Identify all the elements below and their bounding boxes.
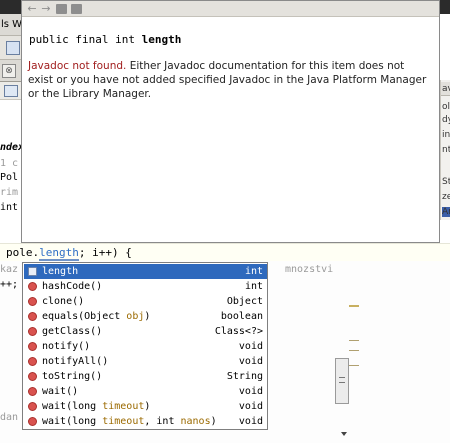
back-button-icon[interactable] (4, 85, 18, 97)
navigator-tab[interactable]: avi (441, 82, 450, 96)
completion-item[interactable]: notify() void (24, 339, 267, 354)
completion-item[interactable]: notifyAll() void (24, 354, 267, 369)
completion-item[interactable]: wait(long timeout) void (24, 399, 267, 414)
background-code-fragment: int (0, 202, 19, 213)
editor-scrollbar-thumb[interactable] (335, 358, 349, 404)
forward-arrow-icon[interactable]: → (40, 3, 52, 14)
navigator-item-selected[interactable]: Ar (442, 207, 450, 217)
completion-item[interactable]: equals(Object obj) boolean (24, 309, 267, 324)
method-icon (28, 402, 37, 411)
open-in-browser-icon[interactable] (56, 4, 67, 14)
method-icon (28, 282, 37, 291)
toolbar-button-icon[interactable] (6, 41, 20, 55)
completion-item[interactable]: wait(long timeout, int nanos) void (24, 414, 267, 429)
background-code-fragment: dan (0, 412, 19, 423)
background-code-fragment: ++; (0, 279, 19, 290)
method-icon (28, 357, 37, 366)
completion-item[interactable]: wait() void (24, 384, 267, 399)
javadoc-toolbar: ← → (22, 1, 439, 17)
code-text: pole.length; i++) { (6, 246, 132, 261)
background-code-fragment: rim (0, 187, 19, 198)
navigator-item[interactable]: in (442, 130, 450, 140)
background-code-fragment: 1 c (0, 158, 19, 169)
navigator-panel: avi ole dy in nt( St ze Ar (440, 80, 450, 220)
completion-item[interactable]: hashCode() int (24, 279, 267, 294)
field-icon (28, 267, 37, 276)
go-to-source-icon[interactable] (71, 4, 82, 14)
completion-item[interactable]: toString() String (24, 369, 267, 384)
code-completion-list[interactable]: length int hashCode() int clone() Object… (22, 262, 268, 430)
ide-menu-bar[interactable]: ls W (0, 14, 22, 36)
back-arrow-icon[interactable]: ← (26, 3, 38, 14)
scroll-grip-icon (339, 377, 345, 383)
navigator-item[interactable]: dy (442, 115, 450, 125)
ide-toolbar (0, 36, 22, 60)
navigator-item[interactable]: ze (442, 192, 450, 202)
ide-tab-strip: ⊗ (0, 60, 22, 82)
method-icon (28, 312, 37, 321)
error-stripe-mark[interactable] (349, 340, 359, 341)
method-icon (28, 387, 37, 396)
ide-editor-toolbar (0, 82, 22, 100)
background-code-fragment: Pol (0, 172, 19, 183)
error-stripe-mark[interactable] (349, 305, 359, 307)
javadoc-popup: ← → public final int length Javadoc not … (21, 0, 440, 243)
error-stripe-mark[interactable] (349, 350, 359, 351)
method-icon (28, 372, 37, 381)
error-stripe-mark[interactable] (349, 365, 359, 366)
completion-item[interactable]: length int (24, 264, 267, 279)
navigator-item[interactable]: St (442, 177, 450, 187)
javadoc-message: Javadoc not found. Either Javadoc docume… (28, 59, 432, 101)
javadoc-error-title: Javadoc not found. (28, 60, 127, 72)
completion-anchor: length (39, 246, 79, 261)
method-icon (28, 327, 37, 336)
method-icon (28, 417, 37, 426)
current-code-line[interactable]: pole.length; i++) { (0, 243, 450, 261)
method-icon (28, 297, 37, 306)
completion-item[interactable]: getClass() Class<?> (24, 324, 267, 339)
navigator-item[interactable]: nt( (442, 145, 450, 155)
menu-fragment[interactable]: ls W (1, 19, 22, 30)
background-code-fragment: kaz (0, 264, 19, 275)
navigator-item[interactable]: ole (442, 102, 450, 112)
close-tab-icon[interactable]: ⊗ (2, 64, 16, 78)
scroll-down-icon[interactable] (341, 432, 347, 436)
javadoc-signature: public final int length (29, 33, 182, 46)
method-icon (28, 342, 37, 351)
completion-item[interactable]: clone() Object (24, 294, 267, 309)
background-code-fragment: mnozstvi (285, 264, 334, 275)
